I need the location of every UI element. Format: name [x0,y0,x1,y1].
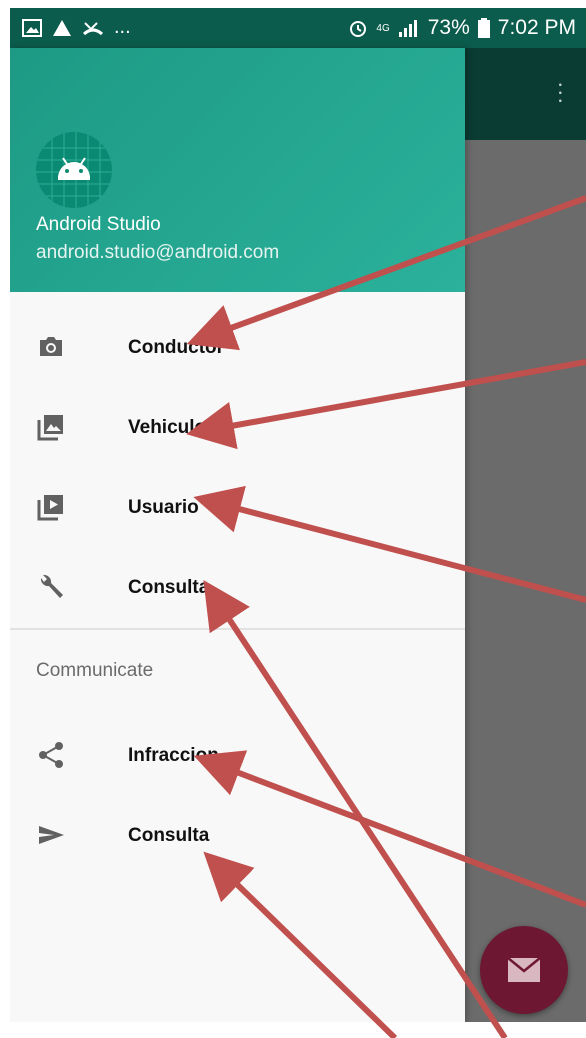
menu-item-usuario[interactable]: Usuario [10,474,465,544]
more-notifications: ... [114,16,131,38]
clock: 7:02 PM [497,16,576,39]
email-fab-button[interactable] [480,926,568,1014]
wrench-icon [40,574,63,598]
menu-item-vehiculo[interactable]: Vehiculo [10,394,465,464]
phone-screen: ... 4G 73% 7:02 PM · · · Android Studio … [10,8,586,1022]
menu-label: Infraccion [128,745,219,766]
status-notifications: ... [22,16,131,39]
gallery-icon [37,415,63,441]
menu-label: Consulta [128,577,210,598]
status-indicators: 4G 73% 7:02 PM [348,16,576,40]
android-icon [36,132,112,208]
drawer-header: Android Studio android.studio@android.co… [10,48,465,292]
alarm-icon [350,21,367,37]
menu-label: Consulta [128,825,210,846]
missed-call-icon [83,21,103,35]
user-email: android.studio@android.com [36,242,280,263]
menu-item-infraccion[interactable]: Infraccion [10,722,465,792]
warning-icon [53,19,71,36]
status-bar: ... 4G 73% 7:02 PM [10,8,586,48]
section-title-communicate: Communicate [36,660,154,681]
menu-divider [10,628,465,630]
user-name: Android Studio [36,214,161,235]
menu-item-consulta-send[interactable]: Consulta [10,802,465,872]
share-icon [39,742,63,768]
mail-icon [507,957,541,982]
menu-label: Conductor [128,337,225,358]
overflow-menu-icon[interactable]: · · · [557,73,564,111]
android-avatar [36,132,112,208]
send-icon [39,826,64,844]
slideshow-icon [37,495,63,521]
image-notification-icon [22,18,42,37]
menu-label: Usuario [128,497,199,518]
battery-icon [477,18,490,38]
menu-label: Vehiculo [128,417,207,438]
app-toolbar: · · · [465,48,586,140]
network-type: 4G [376,22,390,34]
navigation-drawer: Android Studio android.studio@android.co… [10,48,465,1022]
battery-percent: 73% [427,16,470,39]
drawer-scrim[interactable] [465,140,586,1022]
menu-item-conductor[interactable]: Conductor [10,314,465,384]
signal-icon [398,20,417,37]
menu-item-consulta[interactable]: Consulta [10,554,465,624]
camera-icon [40,337,62,356]
